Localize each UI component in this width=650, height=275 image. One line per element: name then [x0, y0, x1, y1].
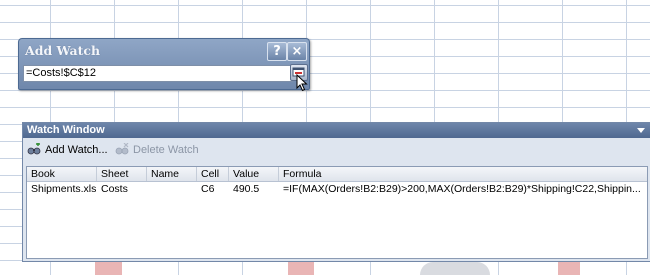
row-formula: =IF(MAX(Orders!B2:B29)>200,MAX(Orders!B2…	[283, 183, 641, 195]
watch-window: Watch Window Add Watch... Delete Watch B…	[22, 122, 650, 262]
add-watch-icon	[27, 143, 41, 155]
watch-list-header: Book Sheet Name Cell Value Formula	[27, 167, 647, 182]
background-red-bar	[95, 262, 122, 275]
column-header-sheet[interactable]: Sheet	[97, 167, 147, 181]
watch-window-titlebar[interactable]: Watch Window	[23, 123, 650, 138]
delete-watch-button[interactable]: Delete Watch	[115, 142, 215, 158]
background-red-bar	[288, 262, 314, 275]
table-row[interactable]: Shipments.xls Costs C6 490.5 =IF(MAX(Ord…	[27, 182, 647, 196]
reference-input[interactable]: =Costs!$C$12	[23, 65, 293, 82]
row-value: 490.5	[233, 183, 260, 195]
add-watch-label: Add Watch...	[45, 144, 108, 156]
dropdown-arrow-icon[interactable]	[637, 128, 645, 133]
column-header-cell[interactable]: Cell	[197, 167, 229, 181]
delete-watch-label: Delete Watch	[133, 144, 199, 156]
column-header-book[interactable]: Book	[27, 167, 97, 181]
mouse-cursor-icon	[296, 74, 308, 92]
watch-window-title: Watch Window	[27, 124, 105, 136]
column-header-value[interactable]: Value	[229, 167, 279, 181]
add-watch-dialog: Add Watch ? × =Costs!$C$12	[18, 38, 310, 90]
help-label: ?	[273, 44, 281, 59]
row-book: Shipments.xls	[31, 183, 97, 195]
watch-toolbar: Add Watch... Delete Watch	[23, 139, 650, 161]
add-watch-button[interactable]: Add Watch...	[27, 142, 117, 158]
watch-list[interactable]: Book Sheet Name Cell Value Formula Shipm…	[26, 166, 648, 259]
add-watch-title: Add Watch	[25, 43, 101, 58]
column-header-formula[interactable]: Formula	[279, 167, 647, 181]
column-header-name[interactable]: Name	[147, 167, 197, 181]
help-button[interactable]: ?	[267, 42, 287, 61]
row-name	[147, 182, 197, 196]
delete-watch-icon	[115, 143, 129, 155]
row-sheet: Costs	[101, 183, 128, 195]
row-cell: C6	[201, 183, 215, 195]
background-red-bar	[558, 262, 580, 275]
close-button[interactable]: ×	[287, 42, 307, 61]
background-grey-shape	[420, 262, 490, 275]
close-icon: ×	[291, 44, 303, 59]
